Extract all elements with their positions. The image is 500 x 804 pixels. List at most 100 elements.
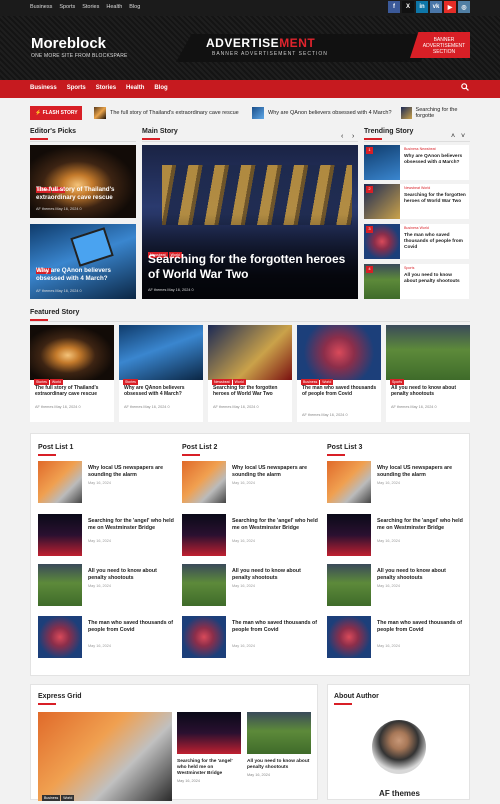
flash-story-label: ⚡ FLASH STORY: [30, 106, 82, 120]
post-meta: AF themes May 16, 2024 0: [213, 405, 259, 409]
express-thumb[interactable]: [177, 712, 241, 754]
nav-item-stories[interactable]: Stories: [96, 85, 116, 91]
post-title[interactable]: Why local US newspapers are sounding the…: [232, 465, 318, 479]
post-list-item[interactable]: The man who saved thousands of people fr…: [327, 616, 465, 658]
trending-category[interactable]: Business Newsbeat: [404, 147, 436, 151]
x-icon[interactable]: X: [402, 1, 414, 13]
featured-card[interactable]: Business World The man who saved thousand…: [297, 325, 381, 422]
nav-item-business[interactable]: Business: [30, 85, 57, 91]
post-title[interactable]: All you need to know about penalty shoot…: [377, 568, 463, 582]
post-title[interactable]: Why local US newspapers are sounding the…: [377, 465, 463, 479]
trending-item[interactable]: 3 Business World The man who saved thous…: [364, 224, 469, 259]
chevron-down-icon[interactable]: ˅: [461, 133, 465, 140]
post-title[interactable]: The man who saved thousands of people fr…: [232, 620, 318, 634]
post-meta: AF themes May 16, 2024 0: [148, 288, 194, 292]
post-title[interactable]: The man who saved thousands of people fr…: [88, 620, 174, 634]
nav-item-blog[interactable]: Blog: [154, 85, 167, 91]
about-author-title: About Author: [334, 693, 379, 705]
featured-card[interactable]: Stories Why are QAnon believers obsessed…: [119, 325, 203, 422]
top-link-health[interactable]: Health: [106, 4, 122, 10]
express-main-card[interactable]: Business World: [38, 712, 172, 801]
instagram-icon[interactable]: ◎: [458, 1, 470, 13]
ticker-item[interactable]: The full story of Thailand's extraordina…: [94, 107, 239, 119]
post-title[interactable]: Why local US newspapers are sounding the…: [88, 465, 174, 479]
featured-title[interactable]: Why are QAnon believers obsessed with 4 …: [124, 385, 200, 397]
featured-thumb: Sports: [386, 325, 470, 385]
chevron-left-icon[interactable]: ‹: [341, 133, 343, 140]
post-meta: AF themes May 16, 2024 0: [302, 413, 348, 417]
post-list-title: Post List 2: [182, 444, 218, 456]
trending-thumb: 4: [364, 264, 400, 299]
post-list-item[interactable]: All you need to know about penalty shoot…: [327, 564, 465, 606]
featured-card[interactable]: Stories World The full story of Thailand'…: [30, 325, 114, 422]
flash-story-ticker: ⚡ FLASH STORY The full story of Thailand…: [30, 106, 470, 122]
post-list-item[interactable]: Why local US newspapers are sounding the…: [38, 461, 176, 503]
top-link-stories[interactable]: Stories: [82, 4, 99, 10]
facebook-icon[interactable]: f: [388, 1, 400, 13]
trending-title[interactable]: All you need to know about penalty shoot…: [404, 273, 466, 285]
top-link-blog[interactable]: Blog: [129, 4, 140, 10]
trending-title[interactable]: The man who saved thousands of people fr…: [404, 233, 466, 251]
express-item-title[interactable]: Searching for the 'angel' who held me on…: [177, 759, 241, 778]
trending-item[interactable]: 1 Business Newsbeat Why are QAnon believ…: [364, 145, 469, 180]
featured-title[interactable]: All you need to know about penalty shoot…: [391, 385, 467, 397]
nav-item-health[interactable]: Health: [126, 85, 144, 91]
nav-item-sports[interactable]: Sports: [67, 85, 86, 91]
site-logo[interactable]: Moreblock: [31, 35, 106, 52]
post-list-item[interactable]: Why local US newspapers are sounding the…: [182, 461, 320, 503]
post-list-item[interactable]: Searching for the 'angel' who held me on…: [182, 514, 320, 556]
post-thumb: [38, 461, 82, 503]
trending-category[interactable]: Sports: [404, 266, 414, 270]
top-link-sports[interactable]: Sports: [59, 4, 75, 10]
main-story-headline[interactable]: Searching for the forgotten heroes of Wo…: [148, 252, 353, 282]
linkedin-icon[interactable]: in: [416, 1, 428, 13]
advertisement-banner[interactable]: ADVERTISEMENT BANNER ADVERTISEMENT SECTI…: [176, 28, 470, 62]
ticker-item[interactable]: Why are QAnon believers obsessed with 4 …: [252, 107, 392, 119]
post-thumb: [182, 461, 226, 503]
post-title[interactable]: Searching for the 'angel' who held me on…: [88, 518, 174, 532]
post-list-item[interactable]: All you need to know about penalty shoot…: [38, 564, 176, 606]
express-thumb[interactable]: [247, 712, 311, 754]
post-date: May 16, 2024: [232, 539, 256, 543]
post-date: May 16, 2024: [88, 539, 112, 543]
trending-item[interactable]: 4 Sports All you need to know about pena…: [364, 264, 469, 299]
post-list-item[interactable]: All you need to know about penalty shoot…: [182, 564, 320, 606]
top-link-business[interactable]: Business: [30, 4, 52, 10]
post-list-item[interactable]: The man who saved thousands of people fr…: [38, 616, 176, 658]
featured-title[interactable]: The full story of Thailand's extraordina…: [35, 385, 111, 397]
ticker-item[interactable]: Searching for the forgotte: [401, 107, 470, 119]
trending-category[interactable]: Newsbeat World: [404, 186, 430, 190]
search-icon[interactable]: [461, 83, 469, 93]
category-badge[interactable]: World: [61, 795, 75, 801]
chevron-up-icon[interactable]: ˄: [451, 133, 455, 140]
post-title[interactable]: Searching for the 'angel' who held me on…: [232, 518, 318, 532]
featured-title[interactable]: The man who saved thousands of people fr…: [302, 385, 378, 397]
post-list-item[interactable]: Searching for the 'angel' who held me on…: [38, 514, 176, 556]
trending-title[interactable]: Why are QAnon believers obsessed with 4 …: [404, 154, 466, 166]
editors-pick-card[interactable]: Stories World The full story of Thailand'…: [30, 145, 136, 218]
post-title[interactable]: All you need to know about penalty shoot…: [232, 568, 318, 582]
post-title[interactable]: Searching for the 'angel' who held me on…: [377, 518, 463, 532]
post-list-item[interactable]: The man who saved thousands of people fr…: [182, 616, 320, 658]
post-list-item[interactable]: Searching for the 'angel' who held me on…: [327, 514, 465, 556]
vk-icon[interactable]: vk: [430, 1, 442, 13]
post-list-item[interactable]: Why local US newspapers are sounding the…: [327, 461, 465, 503]
chevron-right-icon[interactable]: ›: [352, 133, 354, 140]
post-title[interactable]: All you need to know about penalty shoot…: [88, 568, 174, 582]
trending-title[interactable]: Searching for the forgotten heroes of Wo…: [404, 193, 466, 205]
divider: [142, 141, 358, 142]
featured-card[interactable]: Sports All you need to know about penalt…: [386, 325, 470, 422]
main-story-card[interactable]: Newsbeat World Searching for the forgotte…: [142, 145, 358, 299]
trending-category[interactable]: Business World: [404, 226, 429, 230]
editors-pick-title[interactable]: The full story of Thailand's extraordina…: [36, 186, 132, 202]
youtube-icon[interactable]: ▶: [444, 1, 456, 13]
editors-pick-card[interactable]: Stories Why are QAnon believers obsessed…: [30, 224, 136, 299]
express-item-title[interactable]: All you need to know about penalty shoot…: [247, 759, 311, 771]
category-badge[interactable]: Business: [42, 795, 61, 801]
featured-thumb: Business World: [297, 325, 381, 385]
featured-title[interactable]: Searching for the forgotten heroes of Wo…: [213, 385, 289, 397]
featured-card[interactable]: Newsbeat World Searching for the forgotte…: [208, 325, 292, 422]
post-title[interactable]: The man who saved thousands of people fr…: [377, 620, 463, 634]
trending-item[interactable]: 2 Newsbeat World Searching for the forgo…: [364, 184, 469, 219]
editors-pick-title[interactable]: Why are QAnon believers obsessed with 4 …: [36, 267, 132, 283]
